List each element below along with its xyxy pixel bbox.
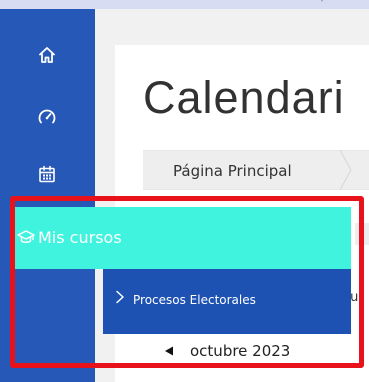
breadcrumb: Página Principal (143, 150, 369, 190)
top-bar: ▾ (0, 0, 369, 9)
courses-flyout-menu: Mis cursos Procesos Electorales (10, 207, 351, 364)
calendar-month-nav: octubre 2023 (162, 342, 290, 360)
topbar-glyph-icon: ▾ (318, 0, 326, 4)
submenu-course-label: Procesos Electorales (133, 293, 256, 307)
mis-cursos-label: Mis cursos (38, 228, 122, 247)
breadcrumb-separator-icon (339, 150, 352, 190)
content-row-stub (355, 223, 369, 245)
screen: ▾ (0, 0, 369, 382)
chevron-right-icon (115, 290, 125, 304)
home-icon[interactable] (36, 44, 58, 66)
month-label: octubre 2023 (190, 342, 291, 360)
breadcrumb-home-link[interactable]: Página Principal (173, 162, 292, 180)
mis-cursos-menu-item[interactable]: Mis cursos (10, 207, 351, 269)
calendar-icon[interactable] (36, 163, 58, 185)
page-title: Calendari (143, 72, 345, 123)
graduation-cap-icon (17, 229, 35, 245)
submenu-course-item[interactable]: Procesos Electorales (103, 269, 351, 334)
dashboard-icon[interactable] (36, 106, 58, 128)
prev-month-icon[interactable] (162, 344, 176, 358)
